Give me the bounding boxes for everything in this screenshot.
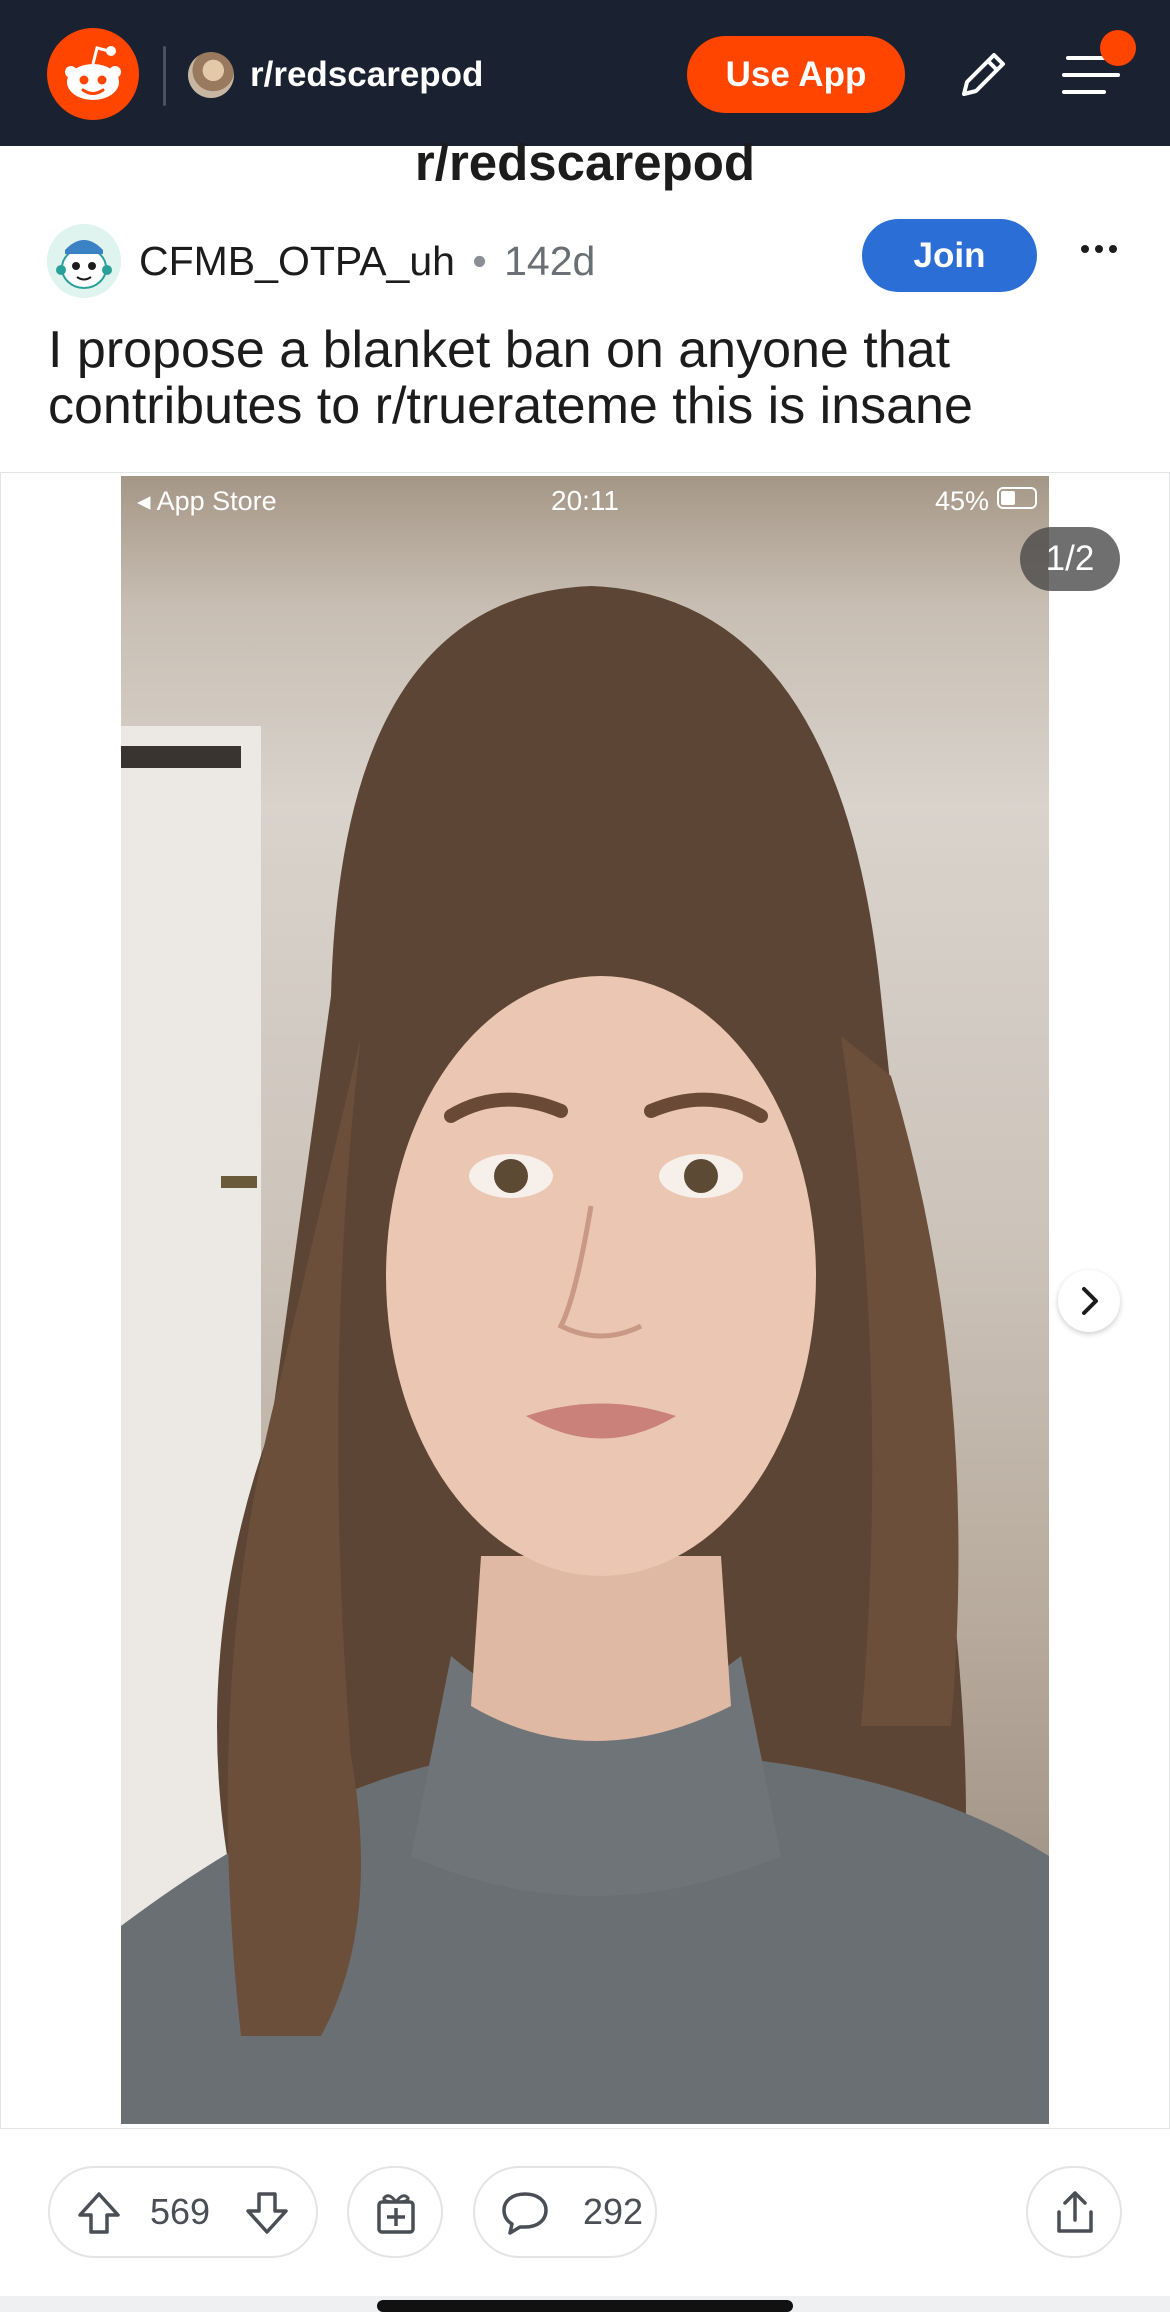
share-icon (1057, 2191, 1093, 2233)
reddit-logo-icon[interactable] (47, 28, 139, 120)
pencil-icon[interactable] (952, 44, 1014, 106)
gallery-image[interactable]: ◂ App Store 20:11 45% (121, 476, 1049, 2124)
use-app-button[interactable]: Use App (687, 36, 905, 113)
embedded-clock: 20:11 (551, 485, 619, 516)
vote-count: 569 (150, 2191, 211, 2232)
subreddit-name[interactable]: r/redscarepod (250, 52, 483, 98)
share-button[interactable] (1026, 2166, 1122, 2258)
vote-control: 569 (48, 2166, 318, 2258)
gallery-next-button[interactable] (1058, 1270, 1120, 1332)
downvote-icon[interactable] (242, 2188, 292, 2238)
selfie-illustration (121, 586, 1049, 2124)
gallery-counter: 1/2 (1020, 527, 1120, 591)
comment-icon (502, 2192, 548, 2235)
author-line: CFMB_OTPA_uh • 142d (139, 236, 595, 286)
upvote-icon[interactable] (74, 2188, 124, 2238)
comment-count: 292 (583, 2191, 644, 2232)
sticky-subreddit-title: r/redscarepod (414, 134, 756, 191)
top-nav-bar: r/redscarepod Use App (0, 0, 1170, 146)
embedded-status-bar: ◂ App Store 20:11 45% (121, 476, 1049, 528)
join-button[interactable]: Join (862, 219, 1037, 292)
comments-button[interactable]: 292 (473, 2166, 657, 2258)
battery-icon (997, 487, 1037, 509)
author-name[interactable]: CFMB_OTPA_uh (139, 238, 455, 284)
subreddit-avatar[interactable] (188, 52, 234, 98)
meta-separator: • (472, 238, 487, 284)
embedded-battery-percent: 45% (934, 486, 989, 516)
award-button[interactable] (347, 2166, 443, 2258)
more-options-icon[interactable] (1078, 236, 1120, 262)
award-icon (377, 2194, 415, 2234)
user-avatar[interactable] (47, 224, 121, 298)
post-age: 142d (504, 238, 596, 284)
notification-badge (1100, 30, 1136, 66)
chevron-right-icon (1082, 1287, 1098, 1315)
post-title[interactable]: I propose a blanket ban on anyone that c… (48, 322, 1138, 434)
nav-divider (163, 46, 166, 106)
home-indicator (377, 2300, 793, 2312)
